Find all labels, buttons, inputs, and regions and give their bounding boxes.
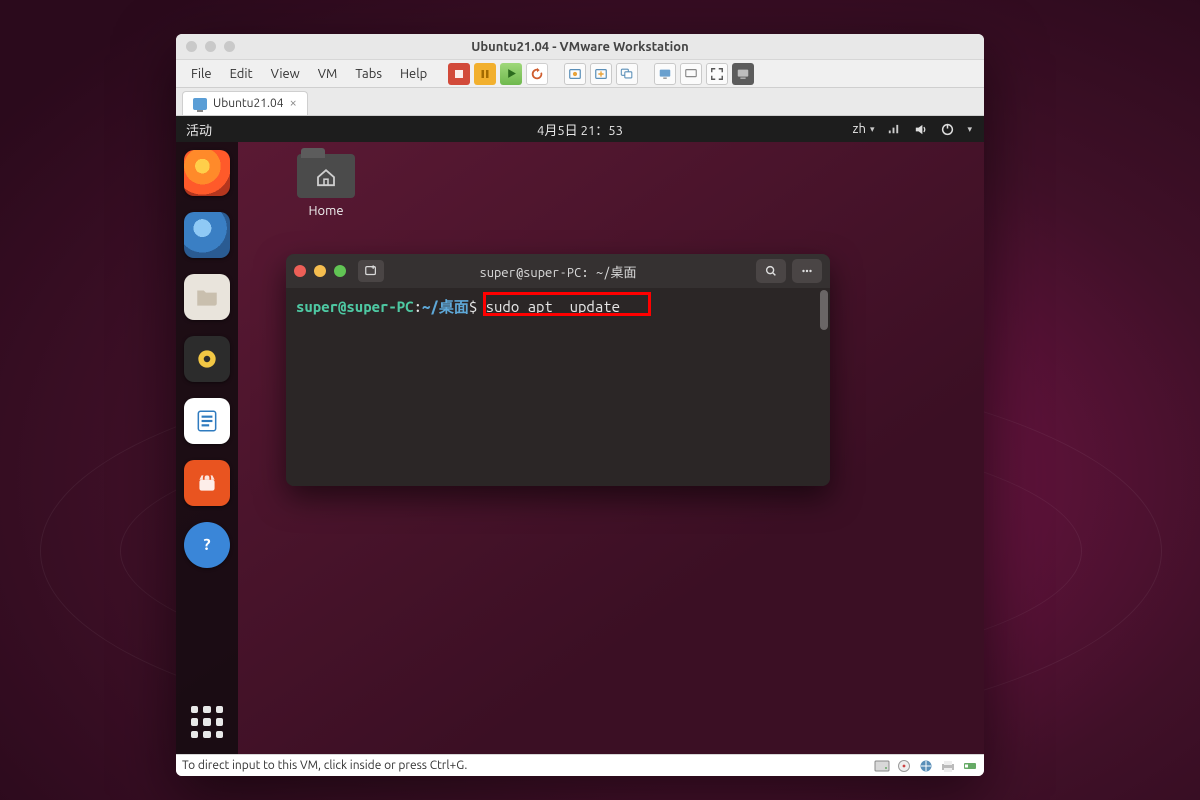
menu-file[interactable]: File — [182, 63, 221, 85]
snapshot-revert-icon[interactable] — [590, 63, 612, 85]
snapshot-manager-icon[interactable] — [616, 63, 638, 85]
cd-icon[interactable] — [896, 759, 912, 773]
prompt-path: ~/桌面 — [422, 298, 469, 315]
svg-text:?: ? — [203, 536, 210, 554]
poweron-icon[interactable] — [500, 63, 522, 85]
close-tab-icon[interactable]: × — [290, 97, 297, 110]
vmware-statusbar: To direct input to this VM, click inside… — [176, 754, 984, 776]
terminal-command: sudo apt update — [477, 298, 620, 315]
poweroff-icon[interactable] — [448, 63, 470, 85]
desktop-home-label: Home — [286, 204, 366, 218]
vmware-menubar: File Edit View VM Tabs Help — [176, 60, 984, 88]
vmware-main-window: Ubuntu21.04 - VMware Workstation File Ed… — [176, 34, 984, 776]
fullscreen-icon[interactable] — [706, 63, 728, 85]
menu-tabs[interactable]: Tabs — [346, 63, 391, 85]
statusbar-device-icons — [874, 759, 978, 773]
dock-firefox-icon[interactable] — [184, 150, 230, 196]
chevron-down-icon: ▾ — [967, 124, 972, 135]
terminal-titlebar: super@super-PC: ~/桌面 — [286, 254, 830, 288]
dock-help-icon[interactable]: ? — [184, 522, 230, 568]
console-view-icon[interactable] — [654, 63, 676, 85]
menu-help[interactable]: Help — [391, 63, 436, 85]
vmware-window-title: Ubuntu21.04 - VMware Workstation — [176, 40, 984, 54]
prompt-dollar: $ — [469, 298, 477, 315]
vmware-tabbar: Ubuntu21.04 × — [176, 88, 984, 116]
usb-icon[interactable] — [962, 759, 978, 773]
terminal-title: super@super-PC: ~/桌面 — [286, 262, 830, 281]
menu-vm[interactable]: VM — [309, 63, 347, 85]
prompt-sep: : — [414, 298, 422, 315]
dock-rhythmbox-icon[interactable] — [184, 336, 230, 382]
menu-edit[interactable]: Edit — [221, 63, 262, 85]
chevron-down-icon: ▾ — [870, 124, 875, 135]
gnome-topbar: 活动 4月5日 21：53 zh ▾ ▾ — [176, 116, 984, 142]
topbar-clock[interactable]: 4月5日 21：53 — [176, 120, 984, 139]
terminal-scrollbar[interactable] — [820, 290, 828, 484]
restart-icon[interactable] — [526, 63, 548, 85]
monitor-icon — [193, 98, 207, 110]
vm-tab-ubuntu[interactable]: Ubuntu21.04 × — [182, 91, 308, 115]
unity-icon[interactable] — [732, 63, 754, 85]
vmware-titlebar: Ubuntu21.04 - VMware Workstation — [176, 34, 984, 60]
suspend-icon[interactable] — [474, 63, 496, 85]
terminal-body[interactable]: super@super-PC:~/桌面$ sudo apt update — [286, 288, 830, 486]
prompt-user: super@super-PC — [296, 298, 414, 315]
dock-ubuntu-software-icon[interactable] — [184, 460, 230, 506]
network-adapter-icon[interactable] — [918, 759, 934, 773]
guest-viewport[interactable]: 活动 4月5日 21：53 zh ▾ ▾ — [176, 116, 984, 754]
folder-icon — [297, 154, 355, 198]
scrollbar-thumb[interactable] — [820, 290, 828, 330]
printer-icon[interactable] — [940, 759, 956, 773]
dock-files-icon[interactable] — [184, 274, 230, 320]
stretch-icon[interactable] — [680, 63, 702, 85]
dock-libreoffice-writer-icon[interactable] — [184, 398, 230, 444]
vmware-toolbar — [448, 63, 754, 85]
dock-thunderbird-icon[interactable] — [184, 212, 230, 258]
statusbar-hint: To direct input to this VM, click inside… — [182, 759, 467, 772]
harddisk-icon[interactable] — [874, 759, 890, 773]
terminal-prompt-line: super@super-PC:~/桌面$ sudo apt update — [296, 296, 820, 317]
desktop-home-folder[interactable]: Home — [286, 154, 366, 218]
menu-view[interactable]: View — [262, 63, 309, 85]
snapshot-take-icon[interactable] — [564, 63, 586, 85]
vm-tab-label: Ubuntu21.04 — [213, 97, 284, 110]
ubuntu-dock: ? — [176, 142, 238, 754]
dock-show-applications-icon[interactable] — [187, 702, 227, 742]
gnome-terminal-window[interactable]: super@super-PC: ~/桌面 super@super-PC:~/桌面… — [286, 254, 830, 486]
